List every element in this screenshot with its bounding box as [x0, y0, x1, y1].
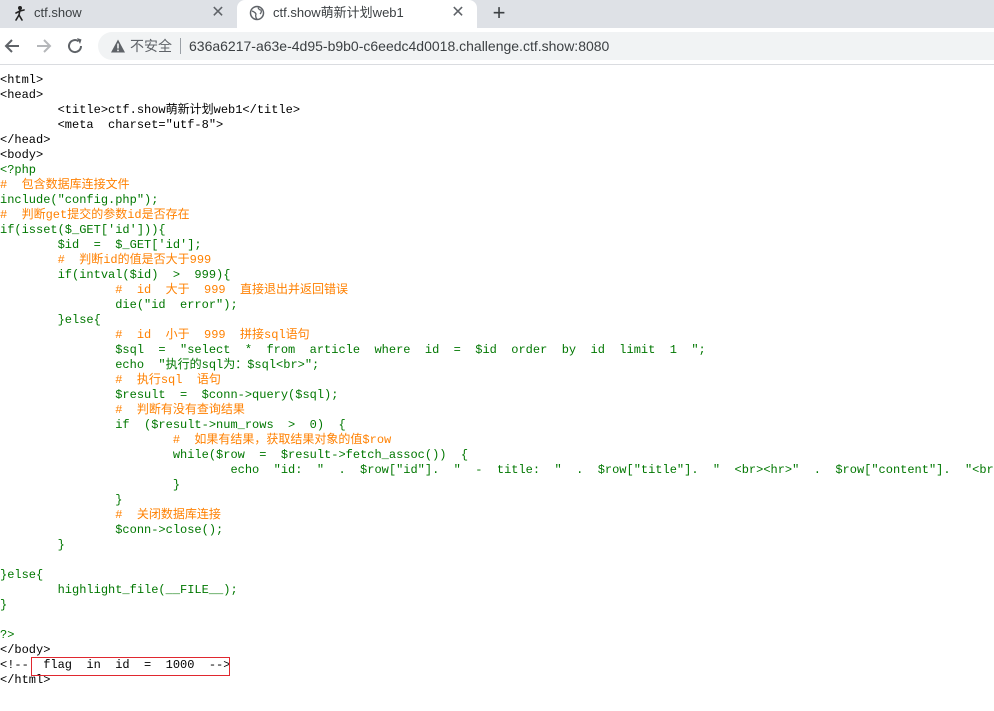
tab-title: ctf.show: [34, 5, 82, 20]
code-line: # 执行sql 语句: [0, 373, 221, 387]
code-line: while($row = $result->fetch_assoc()) {: [0, 448, 469, 462]
code-line: </head>: [0, 133, 51, 147]
code-line: <body>: [0, 148, 44, 162]
code-line: if(isset($_GET['id'])){: [0, 223, 166, 237]
code-line: ?>: [0, 628, 15, 642]
code-line: }: [0, 478, 181, 492]
code-line: $id = $_GET['id'];: [0, 238, 202, 252]
new-tab-plus-icon[interactable]: +: [488, 2, 510, 25]
divider: [180, 38, 181, 54]
code-line: include("config.php");: [0, 193, 159, 207]
tab-web1-active[interactable]: ctf.show萌新计划web1 ✕: [237, 0, 477, 28]
back-arrow-icon[interactable]: [3, 36, 23, 56]
code-line: die("id error");: [0, 298, 238, 312]
highlighted-source-code: <html> <head> <title>ctf.show萌新计划web1</ti…: [0, 73, 994, 688]
code-line: <html>: [0, 73, 44, 87]
page-content: <html> <head> <title>ctf.show萌新计划web1</ti…: [0, 65, 994, 711]
code-line: # 关闭数据库连接: [0, 508, 221, 522]
code-line: if(intval($id) > 999){: [0, 268, 231, 282]
tab-strip: ctf.show ✕ ctf.show萌新计划web1 ✕ +: [0, 0, 994, 28]
code-line: echo "id: " . $row["id"]. " - title: " .…: [0, 463, 994, 477]
address-bar[interactable]: 不安全 636a6217-a63e-4d95-b9b0-c6eedc4d0018…: [98, 32, 994, 60]
code-line: <head>: [0, 88, 44, 102]
code-line: }: [0, 538, 65, 552]
code-line: $result = $conn->query($sql);: [0, 388, 339, 402]
forward-arrow-icon[interactable]: [33, 36, 53, 56]
not-secure-label[interactable]: 不安全: [130, 38, 172, 54]
globe-icon: [249, 5, 265, 21]
close-icon[interactable]: ✕: [449, 4, 467, 22]
code-line: </body>: [0, 643, 51, 657]
highlight-annotation-box: [31, 657, 230, 676]
code-line: <?php: [0, 163, 37, 177]
code-line: # 判断id的值是否大于999: [0, 253, 212, 267]
code-line: $conn->close();: [0, 523, 224, 537]
code-line: $sql = "select * from article where id =…: [0, 343, 706, 357]
tab-title: ctf.show萌新计划web1: [273, 5, 404, 20]
code-line: # 判断有没有查询结果: [0, 403, 245, 417]
code-line: # 包含数据库连接文件: [0, 178, 130, 192]
close-icon[interactable]: ✕: [209, 4, 227, 22]
ctfshow-favicon-icon: [15, 6, 25, 21]
reload-icon[interactable]: [65, 36, 85, 56]
code-line: <title>ctf.show萌新计划web1</title>: [0, 103, 301, 117]
tab-ctfshow[interactable]: ctf.show ✕: [0, 0, 237, 28]
code-line: # id 小于 999 拼接sql语句: [0, 328, 310, 342]
code-line: <meta charset="utf-8">: [0, 118, 224, 132]
code-line: }else{: [0, 313, 101, 327]
code-line: # id 大于 999 直接退出并返回错误: [0, 283, 349, 297]
code-line: # 如果有结果，获取结果对象的值$row: [0, 433, 392, 447]
code-line: if ($result->num_rows > 0) {: [0, 418, 346, 432]
warning-triangle-icon[interactable]: [110, 38, 126, 54]
code-line: }else{: [0, 568, 44, 582]
code-line: # 判断get提交的参数id是否存在: [0, 208, 190, 222]
browser-toolbar: 不安全 636a6217-a63e-4d95-b9b0-c6eedc4d0018…: [0, 28, 994, 65]
code-line: echo "执行的sql为：$sql<br>";: [0, 358, 320, 372]
code-line: }: [0, 598, 8, 612]
code-line: }: [0, 493, 123, 507]
url-text[interactable]: 636a6217-a63e-4d95-b9b0-c6eedc4d0018.cha…: [189, 38, 609, 54]
code-line: highlight_file(__FILE__);: [0, 583, 238, 597]
